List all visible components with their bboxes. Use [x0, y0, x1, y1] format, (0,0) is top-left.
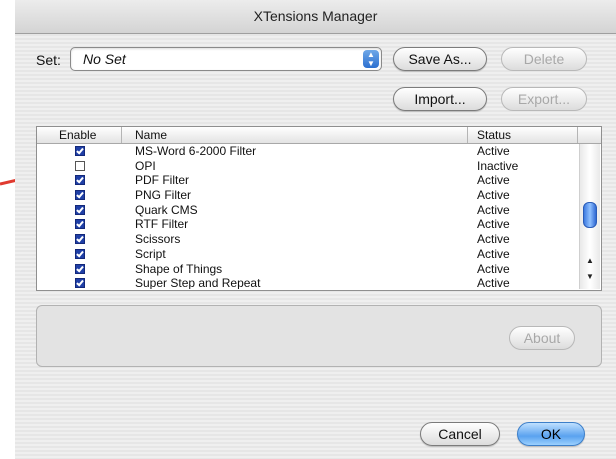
scrollbar-thumb[interactable] [583, 202, 597, 228]
list-row[interactable]: Quark CMS Active [37, 203, 577, 218]
xtensions-manager-window: XTensions Manager Set: No Set ▲ ▼ Save As… [15, 0, 616, 459]
list-row[interactable]: PDF Filter Active [37, 173, 577, 188]
row-status: Active [477, 144, 510, 158]
row-status: Active [477, 173, 510, 188]
row-status: Inactive [477, 158, 519, 173]
popup-arrows-icon: ▲ ▼ [363, 50, 379, 68]
row-name: MS-Word 6-2000 Filter [135, 144, 257, 158]
set-popup-menu[interactable]: No Set ▲ ▼ [70, 47, 382, 71]
about-button[interactable]: About [509, 326, 575, 350]
row-name: Quark CMS [135, 202, 198, 217]
row-name: Scissors [135, 232, 181, 247]
list-row[interactable]: RTF Filter Active [37, 217, 577, 232]
row-status: Active [477, 261, 510, 276]
list-row[interactable]: Scissors Active [37, 232, 577, 247]
row-name: RTF Filter [135, 217, 189, 232]
list-header: Enable Name Status [37, 127, 601, 144]
list-row[interactable]: PNG Filter Active [37, 188, 577, 203]
enable-checkbox[interactable] [75, 146, 85, 156]
row-status: Active [477, 246, 510, 261]
cancel-button[interactable]: Cancel [420, 422, 500, 446]
row-name: Script [135, 246, 166, 261]
row-name: PDF Filter [135, 173, 189, 188]
row-status: Active [477, 202, 510, 217]
enable-checkbox[interactable] [75, 278, 85, 289]
row-name: OPI [135, 158, 156, 173]
enable-checkbox[interactable] [75, 190, 85, 201]
list-scrollbar[interactable]: ▲ ▼ [579, 144, 600, 289]
list-row[interactable]: Super Step and Repeat Active [37, 276, 577, 289]
column-header-status[interactable]: Status [477, 128, 511, 143]
enable-checkbox[interactable] [75, 219, 85, 230]
enable-checkbox[interactable] [75, 204, 85, 215]
row-name: Super Step and Repeat [135, 276, 261, 289]
list-row[interactable]: Script Active [37, 247, 577, 262]
list-rows: MS-Word 6-2000 Filter Active OPI Inactive … [37, 144, 577, 289]
enable-checkbox[interactable] [75, 160, 85, 171]
export-button[interactable]: Export... [501, 87, 587, 111]
enable-checkbox[interactable] [75, 263, 85, 274]
delete-button[interactable]: Delete [501, 47, 587, 71]
row-status: Active [477, 188, 510, 203]
column-header-enable[interactable]: Enable [59, 128, 96, 143]
ok-button[interactable]: OK [517, 422, 585, 446]
list-row[interactable]: MS-Word 6-2000 Filter Active [37, 144, 577, 159]
list-row[interactable]: OPI Inactive [37, 159, 577, 174]
enable-checkbox[interactable] [75, 175, 85, 186]
set-popup-value: No Set [83, 51, 126, 67]
set-label: Set: [36, 52, 61, 68]
xtension-info-panel: About [36, 305, 602, 367]
enable-checkbox[interactable] [75, 248, 85, 259]
save-as-button[interactable]: Save As... [393, 47, 487, 71]
column-header-name[interactable]: Name [135, 128, 167, 143]
row-status: Active [477, 217, 510, 232]
row-name: PNG Filter [135, 188, 192, 203]
row-status: Active [477, 232, 510, 247]
import-button[interactable]: Import... [393, 87, 487, 111]
list-row[interactable]: Shape of Things Active [37, 262, 577, 277]
enable-checkbox[interactable] [75, 234, 85, 245]
scroll-up-icon[interactable]: ▲ [585, 256, 595, 268]
window-title: XTensions Manager [15, 0, 616, 34]
row-name: Shape of Things [135, 261, 223, 276]
scroll-down-icon[interactable]: ▼ [585, 272, 595, 284]
row-status: Active [477, 276, 510, 289]
xtensions-list[interactable]: Enable Name Status MS-Word 6-2000 Filter… [36, 126, 602, 291]
